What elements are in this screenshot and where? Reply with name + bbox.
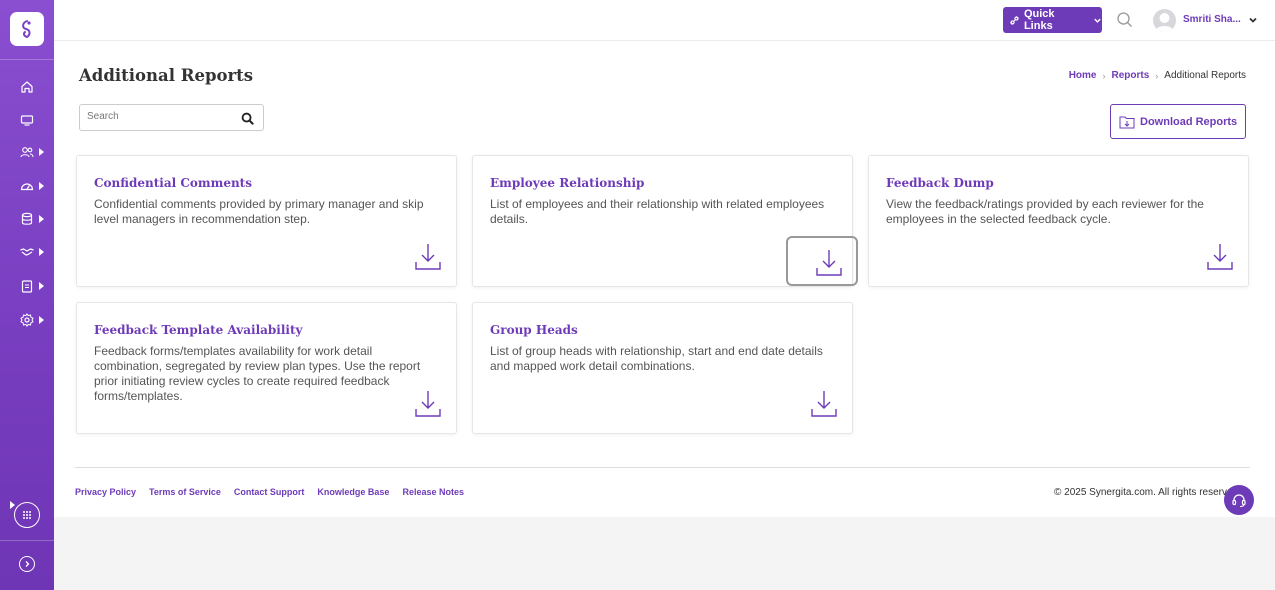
card-description: Confidential comments provided by primar…	[94, 197, 424, 226]
download-icon[interactable]	[414, 389, 442, 419]
expand-caret-icon	[39, 248, 44, 256]
user-avatar-icon	[1155, 13, 1174, 32]
breadcrumb-separator-icon: ›	[1102, 70, 1106, 81]
footer-link-privacy-policy[interactable]: Privacy Policy	[75, 487, 136, 497]
folder-download-icon	[1119, 116, 1135, 128]
download-icon	[816, 250, 842, 276]
user-name[interactable]: Smriti Sha...	[1183, 14, 1241, 25]
sidebar-divider	[0, 59, 54, 60]
expand-caret-icon	[39, 316, 44, 324]
report-card-confidential-comments: Confidential Comments Confidential comme…	[76, 155, 457, 287]
sidebar-divider	[0, 540, 54, 541]
sidebar-item-dashboard[interactable]	[0, 173, 54, 199]
card-description: List of employees and their relationship…	[490, 197, 825, 226]
search-field	[79, 104, 264, 131]
breadcrumb-home[interactable]: Home	[1069, 70, 1097, 81]
footer-divider	[75, 467, 1250, 468]
search-input[interactable]	[87, 111, 227, 122]
handshake-icon	[20, 248, 34, 256]
breadcrumb-current: Additional Reports	[1164, 70, 1246, 81]
link-icon	[1010, 15, 1019, 25]
chevron-down-icon[interactable]	[1248, 15, 1258, 25]
card-description: View the feedback/ratings provided by ea…	[886, 197, 1204, 226]
app-switcher-caret-icon	[10, 501, 15, 509]
sidebar-item-monitor[interactable]	[0, 107, 54, 133]
logo-mark-icon	[22, 20, 31, 39]
quick-links-button[interactable]: Quick Links	[1003, 7, 1102, 33]
expand-sidebar-button[interactable]	[19, 556, 35, 572]
sidebar-item-users[interactable]	[0, 139, 54, 165]
expand-caret-icon	[39, 182, 44, 190]
download-reports-button[interactable]: Download Reports	[1110, 104, 1246, 139]
app-grid-button[interactable]	[14, 502, 40, 528]
dashboard-gauge-icon	[20, 183, 34, 191]
app-grid-icon	[23, 511, 31, 519]
expand-caret-icon	[39, 215, 44, 223]
main-content: Additional Reports Home › Reports › Addi…	[54, 41, 1275, 517]
database-icon	[21, 212, 33, 225]
card-title: Feedback Template Availability	[94, 323, 303, 337]
synergita-logo[interactable]	[10, 12, 44, 46]
home-icon	[21, 81, 33, 93]
sidebar	[0, 0, 54, 590]
report-card-feedback-template-availability: Feedback Template Availability Feedback …	[76, 302, 457, 434]
page-title: Additional Reports	[79, 66, 254, 85]
footer-links: Privacy Policy Terms of Service Contact …	[75, 487, 464, 497]
expand-caret-icon	[39, 148, 44, 156]
footer-link-terms-of-service[interactable]: Terms of Service	[149, 487, 221, 497]
download-icon[interactable]	[414, 242, 442, 272]
footer-link-contact-support[interactable]: Contact Support	[234, 487, 305, 497]
search-icon[interactable]	[241, 112, 254, 125]
users-icon	[20, 147, 34, 158]
card-title: Group Heads	[490, 323, 578, 337]
card-description: Feedback forms/templates availability fo…	[94, 344, 421, 403]
report-card-employee-relationship: Employee Relationship List of employees …	[472, 155, 858, 287]
monitor-icon	[20, 115, 34, 126]
download-icon[interactable]	[1206, 242, 1234, 272]
clipboard-icon	[21, 280, 33, 293]
search-icon[interactable]	[1116, 11, 1134, 29]
breadcrumb-separator-icon: ›	[1155, 70, 1159, 81]
breadcrumb: Home › Reports › Additional Reports	[1069, 70, 1246, 81]
card-title: Confidential Comments	[94, 176, 252, 190]
headset-icon	[1232, 494, 1246, 508]
sidebar-item-home[interactable]	[0, 74, 54, 100]
sidebar-item-handshake[interactable]	[0, 239, 54, 265]
copyright-text: © 2025 Synergita.com. All rights reserve…	[1054, 487, 1241, 498]
card-description: List of group heads with relationship, s…	[490, 344, 823, 373]
breadcrumb-reports[interactable]: Reports	[1111, 70, 1149, 81]
sidebar-item-clipboard[interactable]	[0, 273, 54, 299]
download-button-focused[interactable]	[786, 236, 858, 286]
sidebar-item-settings[interactable]	[0, 307, 54, 333]
sidebar-item-database[interactable]	[0, 206, 54, 232]
card-title: Employee Relationship	[490, 176, 645, 190]
report-card-group-heads: Group Heads List of group heads with rel…	[472, 302, 853, 434]
download-reports-label: Download Reports	[1140, 115, 1238, 128]
top-bar: Quick Links Smriti Sha...	[54, 0, 1275, 41]
avatar[interactable]	[1153, 9, 1176, 32]
settings-gear-icon	[20, 313, 34, 327]
report-card-feedback-dump: Feedback Dump View the feedback/ratings …	[868, 155, 1249, 287]
help-support-button[interactable]	[1224, 485, 1254, 515]
chevron-down-icon	[1094, 18, 1101, 23]
download-icon[interactable]	[810, 389, 838, 419]
footer-link-release-notes[interactable]: Release Notes	[402, 487, 464, 497]
card-title: Feedback Dump	[886, 176, 994, 190]
quick-links-label: Quick Links	[1023, 8, 1055, 32]
footer-link-knowledge-base[interactable]: Knowledge Base	[317, 487, 389, 497]
expand-caret-icon	[39, 282, 44, 290]
chevron-right-icon	[25, 561, 30, 567]
